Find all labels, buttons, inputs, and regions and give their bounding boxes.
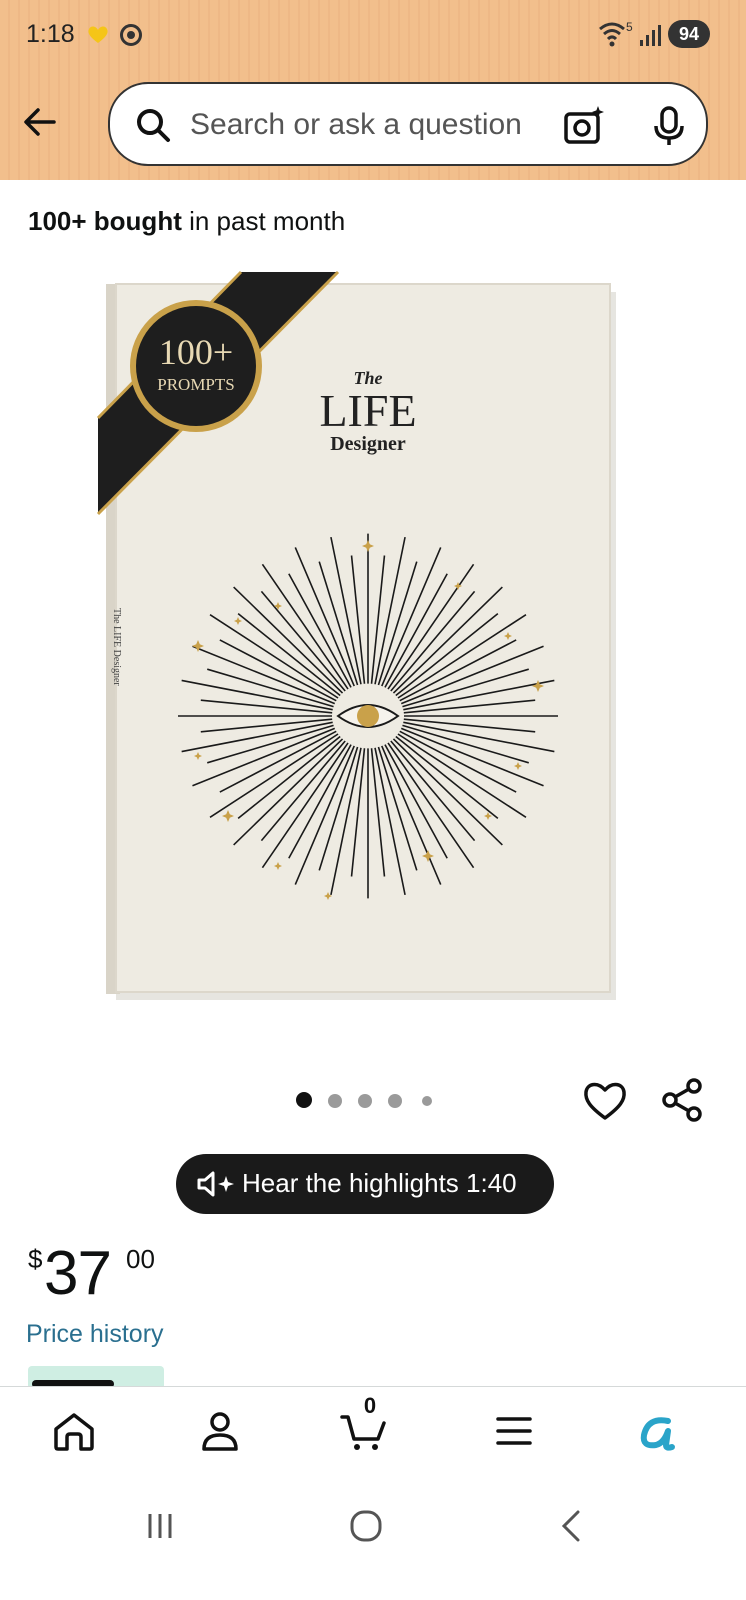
search-icon xyxy=(137,109,170,142)
back-button-icon[interactable] xyxy=(552,1506,592,1546)
home-icon[interactable] xyxy=(50,1407,98,1455)
signal-icon xyxy=(640,25,661,46)
share-icon[interactable] xyxy=(660,1078,704,1122)
wifi-band-label: 5 xyxy=(626,20,633,34)
carousel-dot-2[interactable] xyxy=(328,1094,342,1108)
home-button-icon[interactable] xyxy=(346,1506,386,1546)
badge-number: 100+ xyxy=(159,332,233,372)
price-fraction: 00 xyxy=(126,1244,155,1274)
cover-title: LIFE xyxy=(319,385,416,436)
back-arrow-icon[interactable] xyxy=(20,100,64,144)
search-input[interactable]: Search or ask a question xyxy=(190,108,522,142)
price-whole: 37 xyxy=(44,1239,112,1308)
recent-apps-icon[interactable] xyxy=(140,1506,180,1546)
account-icon[interactable] xyxy=(196,1407,244,1455)
carousel-dot-3[interactable] xyxy=(358,1094,372,1108)
status-time: 1:18 xyxy=(26,20,75,48)
microphone-icon[interactable] xyxy=(652,104,686,148)
carousel-dot-5[interactable] xyxy=(422,1096,432,1106)
hear-the-highlights-button[interactable]: Hear the highlights 1:40 xyxy=(176,1154,554,1214)
favorite-heart-icon[interactable] xyxy=(582,1078,628,1122)
cart-count: 0 xyxy=(363,1393,377,1418)
price-history-link[interactable]: Price history xyxy=(26,1320,164,1349)
record-status-icon xyxy=(120,24,142,46)
bought-count: 100+ bought xyxy=(28,206,182,236)
spine-text: The LIFE Designer xyxy=(111,608,122,686)
status-bar: 1:18 5 94 xyxy=(0,0,746,72)
product-image[interactable]: The LIFE Designer 100+ PROMPTS The LIFE … xyxy=(86,268,646,1018)
wifi-icon: 5 xyxy=(599,20,633,47)
battery-level: 94 xyxy=(668,20,710,48)
cover-subtitle: Designer xyxy=(330,433,406,455)
price-symbol: $ xyxy=(28,1244,43,1274)
bought-suffix: in past month xyxy=(181,206,346,236)
partially-hidden-row xyxy=(0,1366,746,1386)
menu-icon[interactable] xyxy=(490,1407,538,1455)
rufus-icon[interactable] xyxy=(634,1407,682,1455)
search-bar[interactable]: Search or ask a question xyxy=(108,82,708,166)
speaker-sparkle-icon xyxy=(197,1171,234,1197)
app-header: 1:18 5 94 Search or ask a question xyxy=(0,0,746,180)
badge-label: PROMPTS xyxy=(157,375,234,394)
system-navigation-bar xyxy=(0,1480,746,1600)
image-carousel-indicator[interactable] xyxy=(296,1092,436,1112)
heart-status-icon xyxy=(88,26,108,43)
bought-in-past-month: 100+ bought in past month xyxy=(28,206,345,237)
carousel-dot-4[interactable] xyxy=(388,1094,402,1108)
carousel-dot-1[interactable] xyxy=(296,1092,312,1108)
hear-the-highlights-label: Hear the highlights 1:40 xyxy=(242,1168,517,1198)
bottom-navigation: 0 xyxy=(0,1386,746,1480)
camera-search-icon[interactable] xyxy=(562,104,606,148)
